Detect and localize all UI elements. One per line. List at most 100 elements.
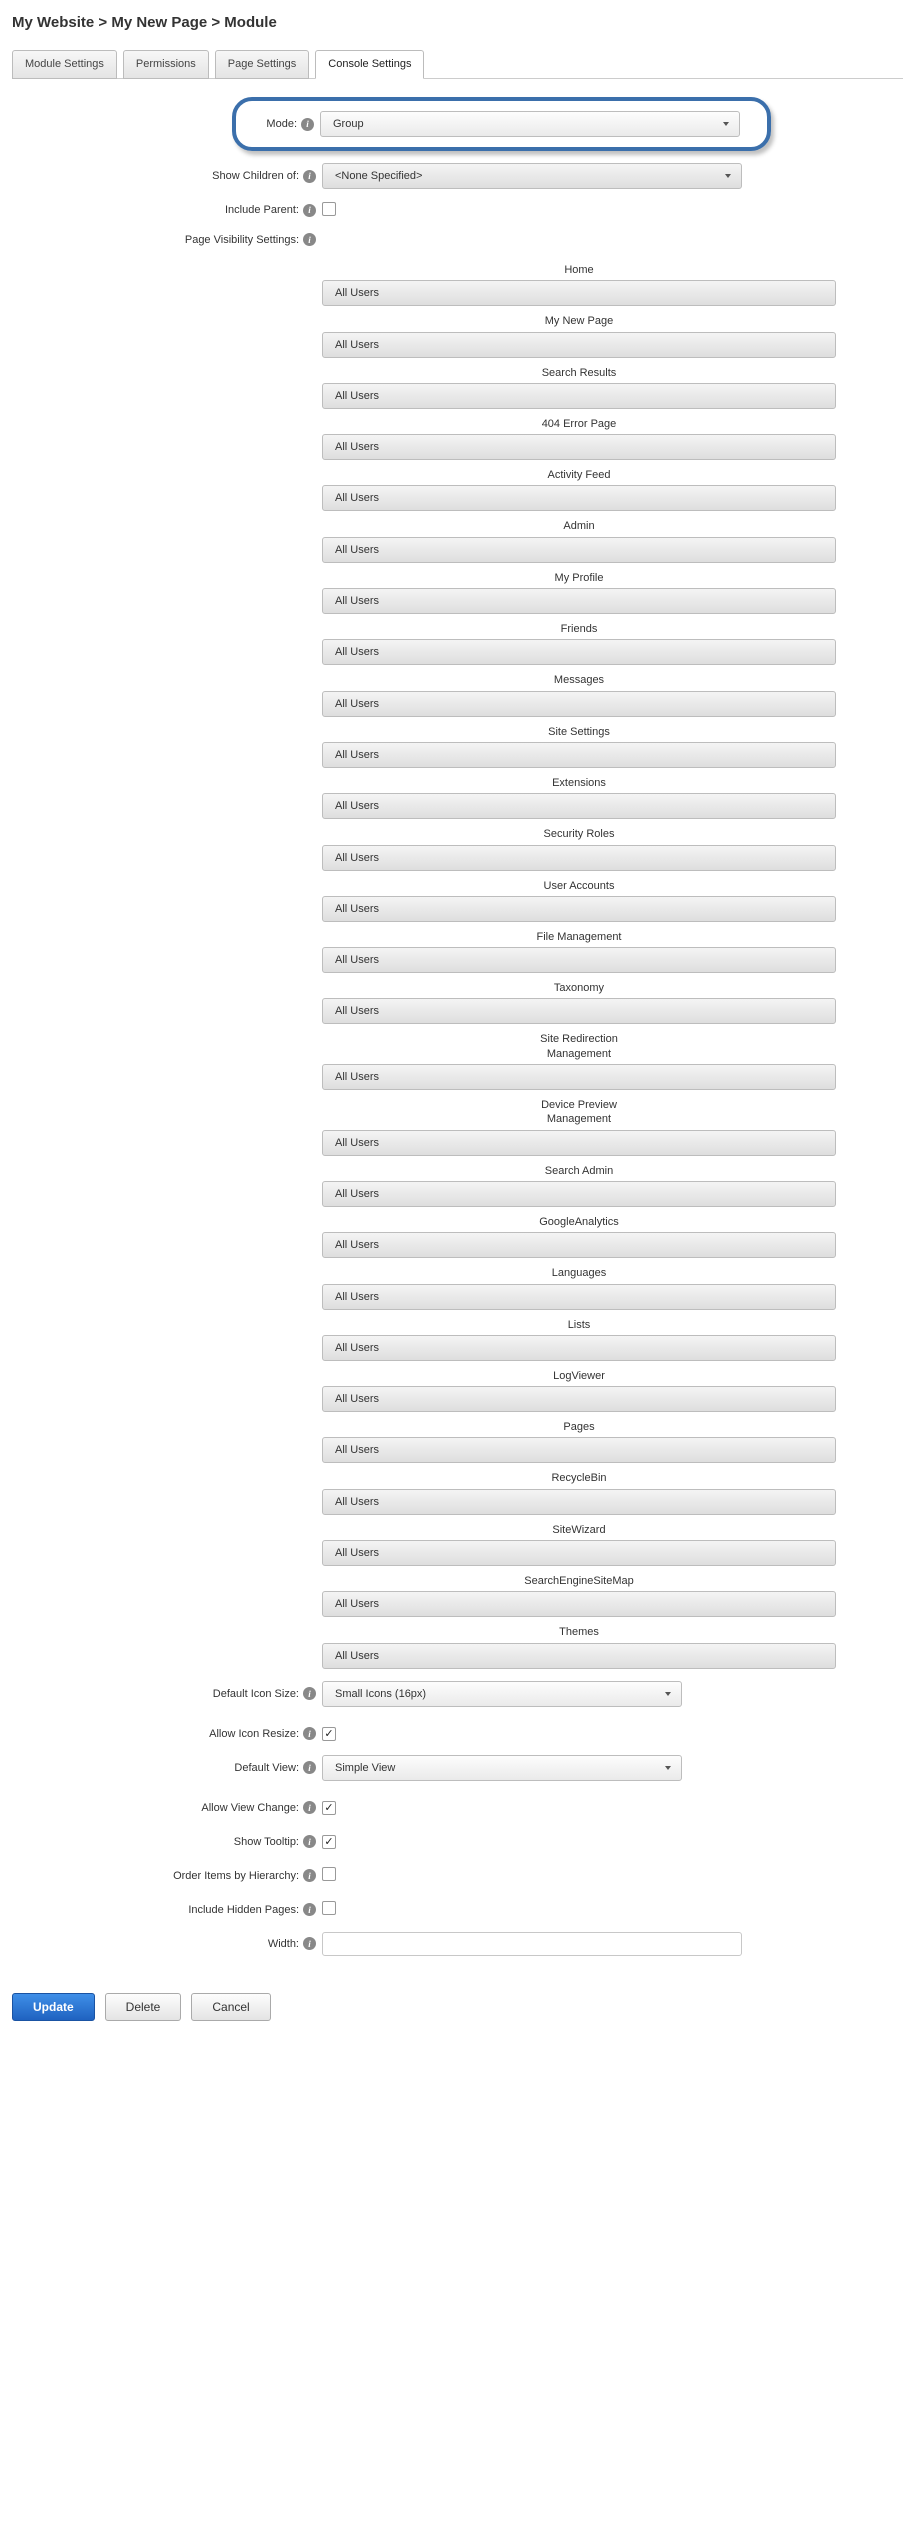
page-visibility-page-name: Search Admin <box>322 1164 836 1178</box>
page-visibility-dropdown[interactable]: All Users <box>322 793 836 819</box>
page-visibility-page-name: SiteWizard <box>322 1523 836 1537</box>
show-tooltip-checkbox[interactable]: ✓ <box>322 1835 336 1849</box>
update-button[interactable]: Update <box>12 1993 95 2021</box>
allow-icon-resize-checkbox[interactable]: ✓ <box>322 1727 336 1741</box>
page-visibility-item: ThemesAll Users <box>322 1625 836 1668</box>
default-view-value: Simple View <box>335 1762 395 1774</box>
page-visibility-item: Messages All Users <box>322 673 836 716</box>
page-visibility-dropdown[interactable]: All Users <box>322 1232 836 1258</box>
page-visibility-dropdown[interactable]: All Users <box>322 280 836 306</box>
page-visibility-dropdown[interactable]: All Users <box>322 383 836 409</box>
default-icon-size-dropdown[interactable]: Small Icons (16px) <box>322 1681 682 1707</box>
page-visibility-dropdown[interactable]: All Users <box>322 896 836 922</box>
info-icon[interactable]: i <box>303 204 316 217</box>
page-visibility-value: All Users <box>335 390 379 402</box>
page-visibility-dropdown[interactable]: All Users <box>322 332 836 358</box>
page-visibility-value: All Users <box>335 852 379 864</box>
info-icon[interactable]: i <box>303 1687 316 1700</box>
page-visibility-dropdown[interactable]: All Users <box>322 1540 836 1566</box>
page-visibility-item: LogViewer All Users <box>322 1369 836 1412</box>
page-visibility-item: SearchEngineSiteMap All Users <box>322 1574 836 1617</box>
delete-button[interactable]: Delete <box>105 1993 182 2021</box>
page-visibility-page-name: Site RedirectionManagement <box>322 1032 836 1061</box>
page-visibility-page-name: LogViewer <box>322 1369 836 1383</box>
tab-permissions[interactable]: Permissions <box>123 50 209 79</box>
show-children-dropdown[interactable]: <None Specified> <box>322 163 742 189</box>
page-visibility-item: ListsAll Users <box>322 1318 836 1361</box>
page-visibility-dropdown[interactable]: All Users <box>322 1386 836 1412</box>
page-visibility-item: RecycleBinAll Users <box>322 1471 836 1514</box>
page-visibility-page-name: Security Roles <box>322 827 836 841</box>
page-visibility-page-name: Languages <box>322 1266 836 1280</box>
page-visibility-item: Security Roles All Users <box>322 827 836 870</box>
page-visibility-dropdown[interactable]: All Users <box>322 639 836 665</box>
page-visibility-dropdown[interactable]: All Users <box>322 1181 836 1207</box>
page-visibility-value: All Users <box>335 749 379 761</box>
page-visibility-dropdown[interactable]: All Users <box>322 588 836 614</box>
page-visibility-dropdown[interactable]: All Users <box>322 1284 836 1310</box>
button-bar: Update Delete Cancel <box>12 1993 903 2021</box>
page-visibility-dropdown[interactable]: All Users <box>322 845 836 871</box>
info-icon[interactable]: i <box>303 1835 316 1848</box>
info-icon[interactable]: i <box>303 1761 316 1774</box>
page-visibility-page-name: Pages <box>322 1420 836 1434</box>
tab-console-settings[interactable]: Console Settings <box>315 50 424 79</box>
page-visibility-item: GoogleAnalyticsAll Users <box>322 1215 836 1258</box>
page-visibility-dropdown[interactable]: All Users <box>322 485 836 511</box>
page-visibility-dropdown[interactable]: All Users <box>322 1437 836 1463</box>
show-children-value: <None Specified> <box>335 170 422 182</box>
tab-page-settings[interactable]: Page Settings <box>215 50 310 79</box>
page-visibility-dropdown[interactable]: All Users <box>322 1130 836 1156</box>
info-icon[interactable]: i <box>303 1869 316 1882</box>
info-icon[interactable]: i <box>303 1903 316 1916</box>
cancel-button[interactable]: Cancel <box>191 1993 270 2021</box>
page-visibility-value: All Users <box>335 1291 379 1303</box>
page-visibility-dropdown[interactable]: All Users <box>322 1335 836 1361</box>
page-visibility-page-name: Extensions <box>322 776 836 790</box>
page-visibility-page-name: SearchEngineSiteMap <box>322 1574 836 1588</box>
page-visibility-dropdown[interactable]: All Users <box>322 434 836 460</box>
page-visibility-dropdown[interactable]: All Users <box>322 1643 836 1669</box>
page-visibility-dropdown[interactable]: All Users <box>322 998 836 1024</box>
mode-dropdown[interactable]: Group <box>320 111 740 137</box>
page-visibility-page-name: My Profile <box>322 571 836 585</box>
default-view-dropdown[interactable]: Simple View <box>322 1755 682 1781</box>
page-visibility-value: All Users <box>335 954 379 966</box>
allow-view-change-checkbox[interactable]: ✓ <box>322 1801 336 1815</box>
page-visibility-dropdown[interactable]: All Users <box>322 1489 836 1515</box>
info-icon[interactable]: i <box>303 1937 316 1950</box>
page-visibility-item: My New PageAll Users <box>322 314 836 357</box>
page-visibility-value: All Users <box>335 287 379 299</box>
page-visibility-page-name: Taxonomy <box>322 981 836 995</box>
page-visibility-dropdown[interactable]: All Users <box>322 691 836 717</box>
info-icon[interactable]: i <box>303 170 316 183</box>
order-items-checkbox[interactable] <box>322 1867 336 1881</box>
breadcrumb: My Website > My New Page > Module <box>12 14 903 31</box>
show-tooltip-label: Show Tooltip: <box>234 1836 299 1848</box>
chevron-down-icon <box>665 1692 671 1696</box>
page-visibility-dropdown[interactable]: All Users <box>322 947 836 973</box>
show-children-label: Show Children of: <box>212 170 299 182</box>
info-icon[interactable]: i <box>301 118 314 131</box>
width-input[interactable] <box>322 1932 742 1956</box>
include-parent-checkbox[interactable] <box>322 202 336 216</box>
page-visibility-item: Search Admin All Users <box>322 1164 836 1207</box>
page-visibility-item: Site RedirectionManagement All Users <box>322 1032 836 1090</box>
page-visibility-value: All Users <box>335 1496 379 1508</box>
page-visibility-page-name: Device PreviewManagement <box>322 1098 836 1127</box>
page-visibility-value: All Users <box>335 698 379 710</box>
info-icon[interactable]: i <box>303 1727 316 1740</box>
page-visibility-value: All Users <box>335 1342 379 1354</box>
page-visibility-page-name: Messages <box>322 673 836 687</box>
include-hidden-checkbox[interactable] <box>322 1901 336 1915</box>
page-visibility-item: Taxonomy All Users <box>322 981 836 1024</box>
page-visibility-item: Search ResultsAll Users <box>322 366 836 409</box>
page-visibility-dropdown[interactable]: All Users <box>322 537 836 563</box>
tab-module-settings[interactable]: Module Settings <box>12 50 117 79</box>
info-icon[interactable]: i <box>303 233 316 246</box>
page-visibility-dropdown[interactable]: All Users <box>322 1064 836 1090</box>
page-visibility-dropdown[interactable]: All Users <box>322 1591 836 1617</box>
mode-value: Group <box>333 118 364 130</box>
info-icon[interactable]: i <box>303 1801 316 1814</box>
page-visibility-dropdown[interactable]: All Users <box>322 742 836 768</box>
